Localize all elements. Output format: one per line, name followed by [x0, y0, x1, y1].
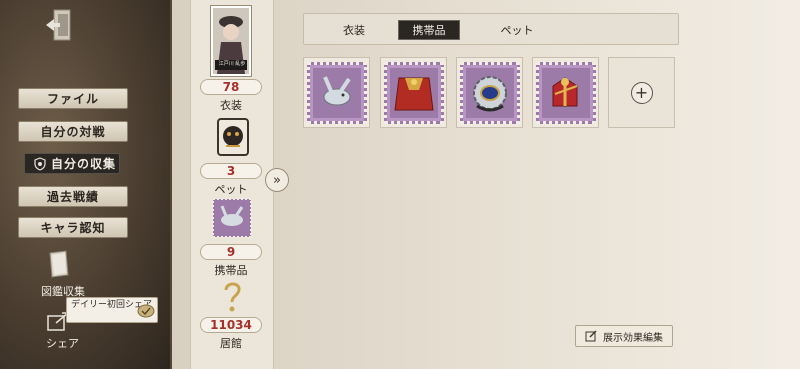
nav-past-records-button[interactable]: 過去戦績	[18, 186, 128, 207]
expand-button[interactable]: »	[265, 168, 289, 192]
nav-my-matches-button[interactable]: 自分の対戦	[18, 121, 128, 142]
book-icon[interactable]	[46, 249, 72, 279]
tab-accessories[interactable]: 携帯品	[398, 20, 460, 40]
red-gift-bow-icon	[552, 76, 577, 106]
shield-icon	[34, 156, 46, 171]
residence-count: 11034	[200, 317, 262, 333]
edit-pen-icon	[585, 330, 597, 342]
add-item-slot[interactable]: +	[608, 57, 675, 128]
item-card[interactable]	[380, 57, 447, 128]
daily-share-bubble: デイリー初回シェア	[66, 297, 158, 323]
nav-label: キャラ認知	[40, 221, 106, 235]
item-card[interactable]	[532, 57, 599, 128]
nav-file-button[interactable]: ファイル	[18, 88, 128, 109]
item-stamp	[306, 61, 367, 124]
tab-label: 衣装	[343, 24, 365, 37]
accessories-count: 9	[200, 244, 262, 260]
costumes-label: 衣装	[220, 99, 242, 112]
costumes-count: 78	[200, 79, 262, 95]
edit-display-effects-button[interactable]: 展示効果編集	[575, 325, 673, 347]
sidebar: ファイル 自分の対戦 自分の収集 過去戦績 キャラ認知 図鑑収集 シェア デイリ…	[0, 0, 170, 369]
nav-my-collection-button[interactable]: 自分の収集	[24, 153, 120, 174]
tab-bar: 衣装 携帯品 ペット	[303, 13, 679, 45]
pets-count: 3	[200, 163, 262, 179]
reward-badge-icon	[137, 304, 155, 318]
item-card[interactable]	[303, 57, 370, 128]
residence-label: 居館	[220, 337, 242, 350]
nav-label: ファイル	[46, 92, 99, 106]
item-card[interactable]	[456, 57, 523, 128]
nav-label: 自分の収集	[51, 157, 117, 171]
pets-label: ペット	[214, 183, 248, 196]
silver-rabbit-icon	[322, 75, 351, 105]
exit-door-icon[interactable]	[44, 8, 74, 42]
accessory-rabbit-icon[interactable]	[212, 198, 252, 238]
tab-label: 携帯品	[412, 24, 446, 37]
portrait-caption: 江戸川 乱歩	[218, 61, 246, 67]
tab-label: ペット	[500, 24, 534, 37]
nav-label: 自分の対戦	[40, 125, 106, 139]
character-portrait[interactable]: 江戸川 乱歩	[211, 6, 251, 76]
edit-button-label: 展示効果編集	[603, 332, 663, 344]
accessories-label: 携帯品	[214, 264, 248, 277]
blue-gem-gear-icon	[472, 75, 507, 111]
item-stamp	[535, 61, 596, 124]
pet-icon[interactable]	[214, 116, 252, 158]
share-label: シェア	[46, 337, 79, 350]
nav-label: 過去戦績	[46, 190, 99, 204]
item-stamp	[383, 61, 444, 124]
double-chevron-right-icon: »	[273, 172, 281, 188]
plus-icon: +	[630, 81, 653, 104]
tab-pets[interactable]: ペット	[492, 20, 542, 40]
nav-character-recognition-button[interactable]: キャラ認知	[18, 217, 128, 238]
tab-costumes[interactable]: 衣装	[328, 20, 380, 40]
red-cape-icon	[393, 77, 434, 110]
question-mark-icon[interactable]	[220, 280, 244, 314]
item-stamp	[459, 61, 520, 124]
